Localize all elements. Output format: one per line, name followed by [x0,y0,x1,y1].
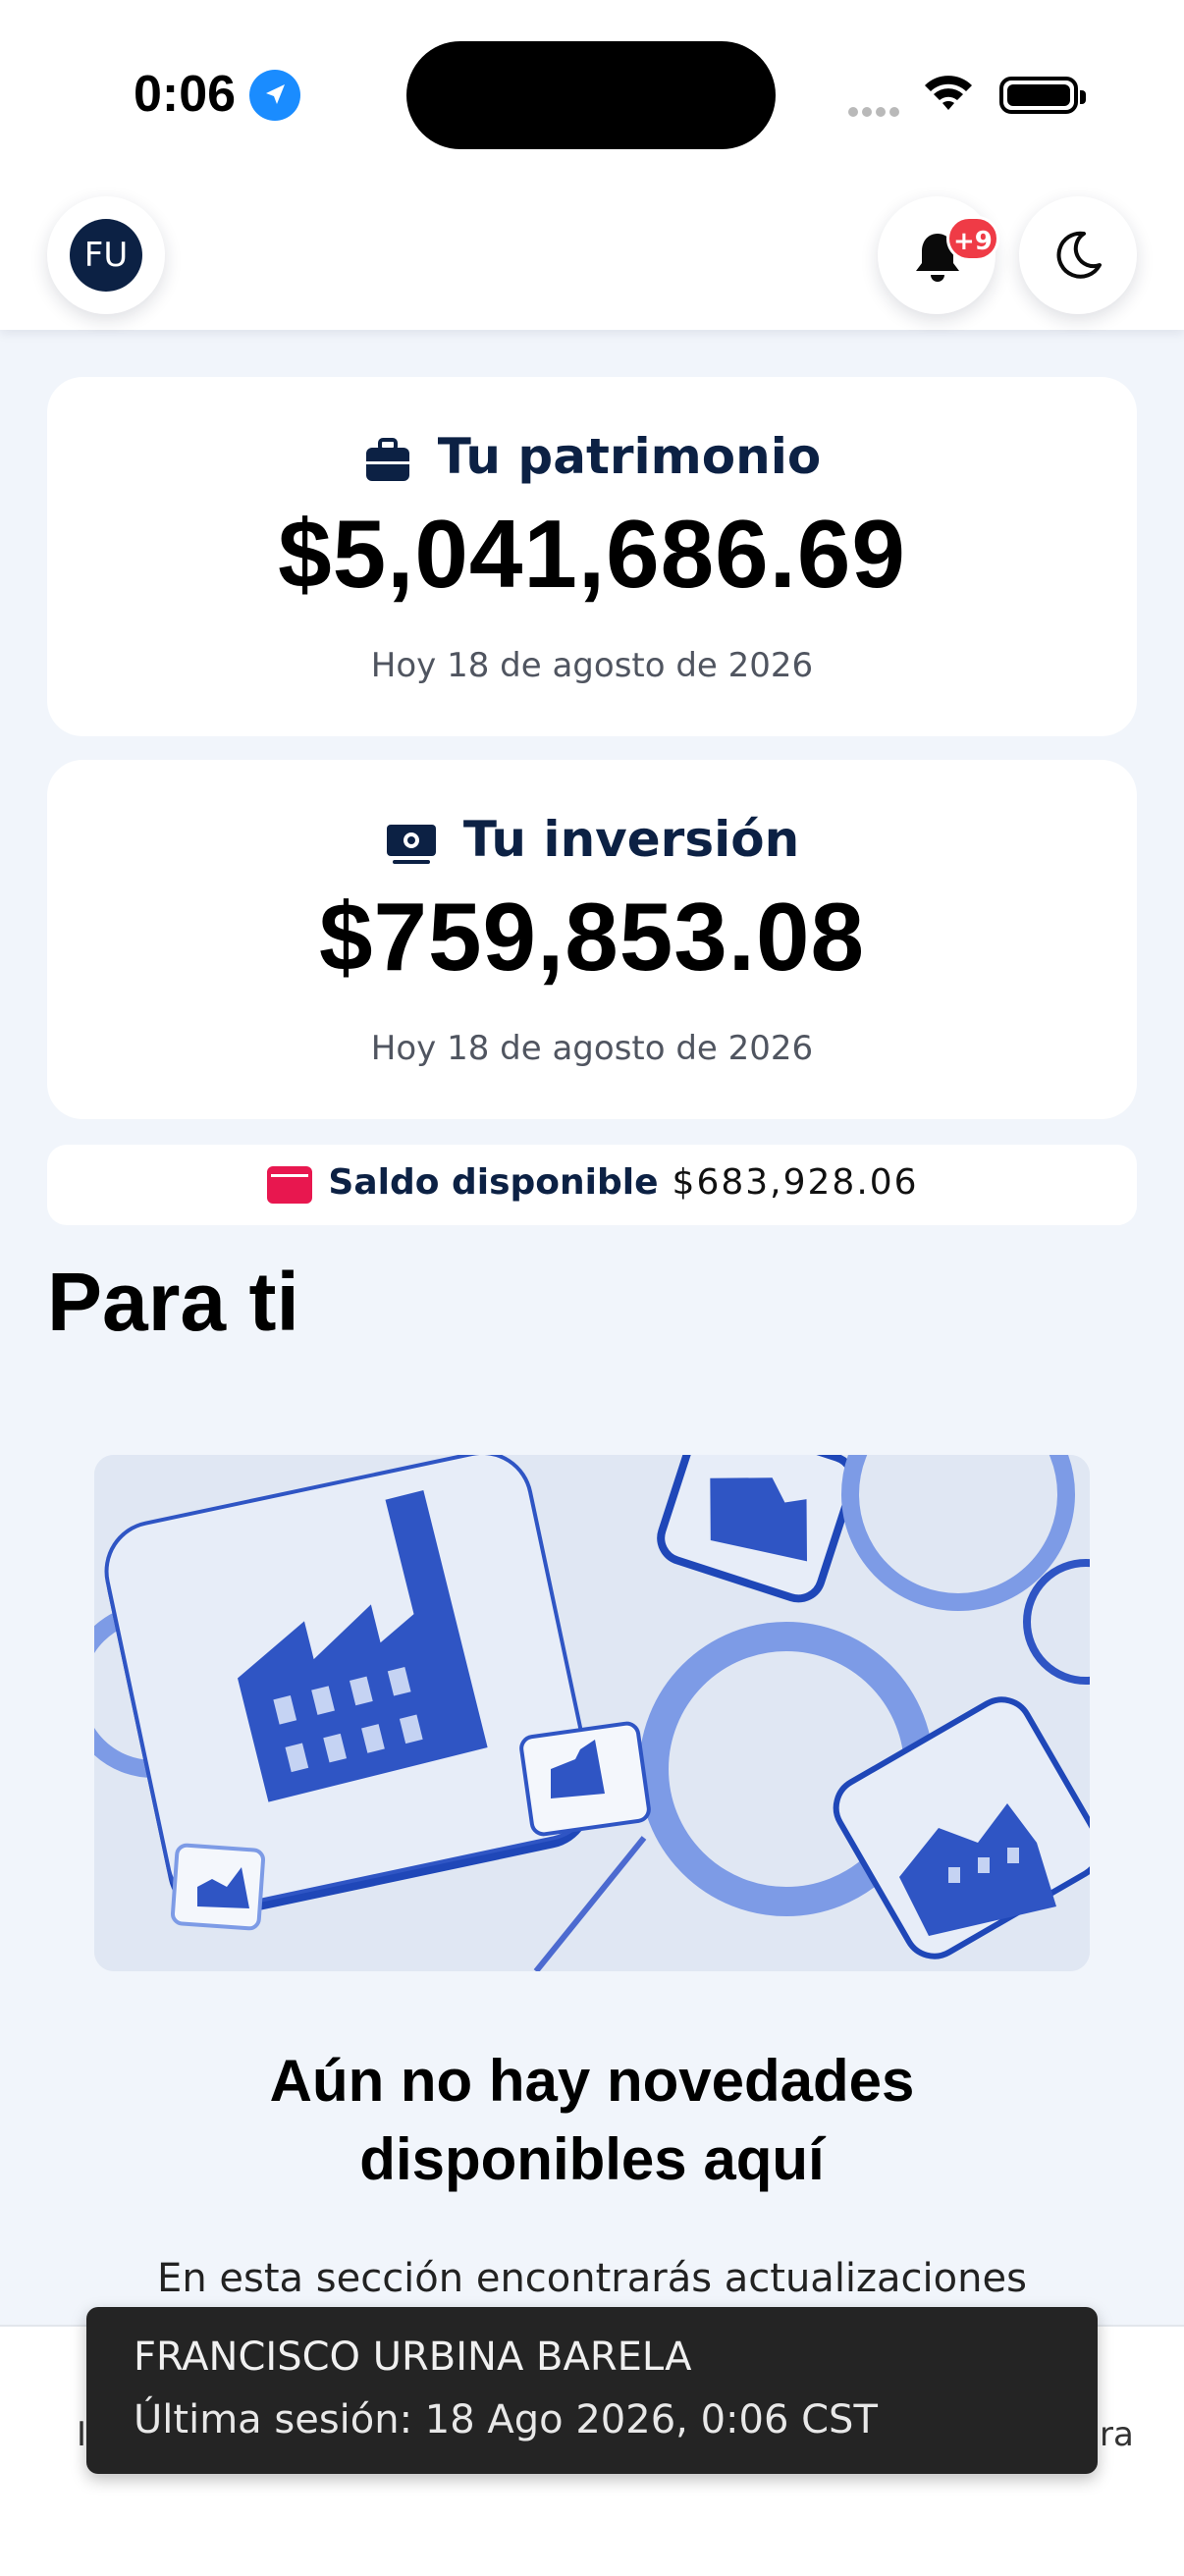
inversion-title: Tu inversión [462,811,800,868]
dynamic-island [406,41,776,149]
location-arrow-icon [249,70,300,121]
cash-icon [386,824,436,864]
toast-last-session: Última sesión: 18 Ago 2026, 0:06 CST [134,2397,878,2442]
top-header: 0:06 FU +9 [0,0,1184,330]
signal-dots [848,102,903,121]
briefcase-icon [365,437,409,481]
patrimonio-card[interactable]: Tu patrimonio $5,041,686.69 Hoy 18 de ag… [47,377,1137,736]
empty-news-illustration [94,1455,1090,1971]
status-time: 0:06 [134,66,237,123]
patrimonio-date: Hoy 18 de agosto de 2026 [370,646,814,685]
battery-icon [999,77,1086,114]
empty-news-description: En esta sección encontrarás actualizacio… [157,2256,1027,2301]
empty-news-title: Aún no hay novedades disponibles aquí [137,2042,1047,2199]
saldo-disponible-bar[interactable]: Saldo disponible $683,928.06 [47,1145,1137,1225]
bottom-nav-edge-left[interactable]: I [77,2415,86,2454]
inversion-date: Hoy 18 de agosto de 2026 [370,1029,814,1068]
notifications-button[interactable]: +9 [878,196,999,314]
patrimonio-header: Tu patrimonio [47,428,1137,485]
bottom-nav-edge-right[interactable]: ra [1100,2415,1134,2454]
toast-user-name: FRANCISCO URBINA BARELA [134,2334,692,2380]
para-ti-title: Para ti [47,1256,299,1348]
empty-news-title-line1: Aún no hay novedades [269,2048,915,2114]
wallet-icon [267,1166,313,1204]
inversion-card[interactable]: Tu inversión $759,853.08 Hoy 18 de agost… [47,760,1137,1119]
empty-news-title-line2: disponibles aquí [359,2126,825,2192]
avatar: FU [70,219,142,292]
session-toast[interactable]: FRANCISCO URBINA BARELA Última sesión: 1… [86,2307,1098,2474]
saldo-content: Saldo disponible $683,928.06 [47,1162,1137,1206]
dark-mode-toggle[interactable] [1019,196,1137,314]
notification-badge: +9 [946,216,999,261]
moon-icon [1056,231,1102,279]
patrimonio-amount: $5,041,686.69 [278,500,906,608]
patrimonio-title: Tu patrimonio [437,428,822,485]
saldo-label: Saldo disponible [328,1162,659,1203]
saldo-value: $683,928.06 [672,1162,919,1203]
inversion-header: Tu inversión [47,811,1137,868]
profile-button[interactable]: FU [47,196,165,314]
wifi-icon [923,73,974,116]
inversion-amount: $759,853.08 [319,883,865,991]
